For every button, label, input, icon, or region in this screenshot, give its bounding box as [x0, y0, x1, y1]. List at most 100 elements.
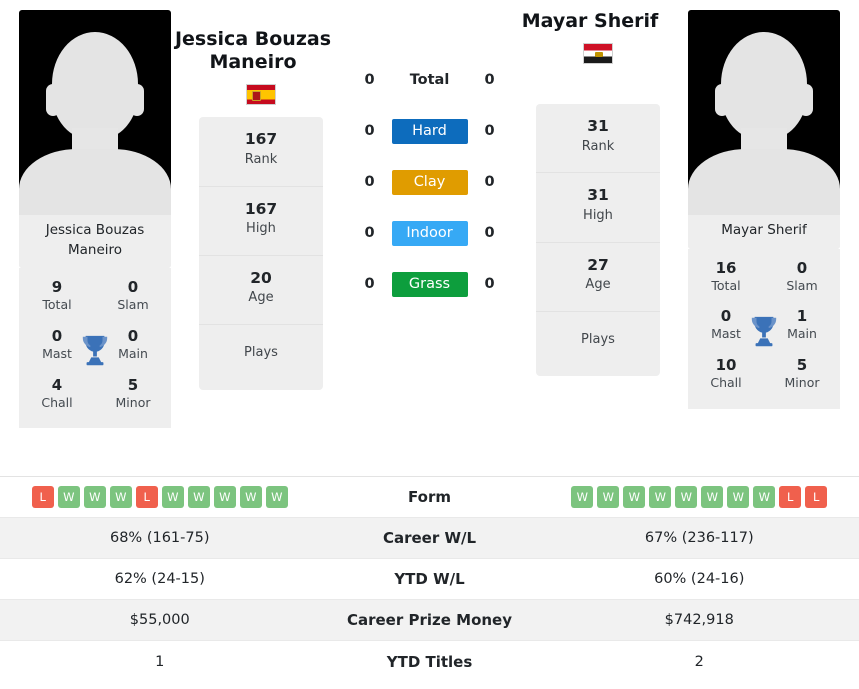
- right-titles-total: 16 Total: [688, 253, 764, 300]
- left-titles-total: 9 Total: [19, 272, 95, 319]
- right-ytd-wl: 60% (24-16): [654, 571, 745, 587]
- right-titles-chall: 10 Chall: [688, 350, 764, 397]
- right-stat-high: 31 High: [536, 173, 660, 243]
- left-player-avatar: [19, 10, 171, 215]
- surface-row-total: 0 Total 0: [335, 68, 525, 92]
- surface-titles-column: 0 Total 0 0 Hard 0 0 Clay 0 0 Indoor 0 0: [332, 10, 527, 323]
- form-badge-win: W: [597, 486, 620, 508]
- left-stat-rank-value: 167: [244, 130, 278, 149]
- left-stat-age: 20 Age: [199, 256, 323, 325]
- form-badge-win: W: [649, 486, 672, 508]
- row-label-form: Form: [408, 488, 451, 506]
- left-titles-chall-value: 4: [51, 375, 63, 394]
- left-player-photo-card[interactable]: Jessica Bouzas Maneiro: [19, 10, 171, 269]
- left-player-stat-box: 167 Rank 167 High 20 Age Plays: [199, 117, 323, 390]
- left-titles-total-value: 9: [51, 278, 63, 297]
- row-label-career-wl: Career W/L: [382, 529, 477, 547]
- surface-clay-badge: Clay: [391, 169, 468, 195]
- form-badge-win: W: [571, 486, 594, 508]
- form-badge-win: W: [109, 486, 132, 508]
- right-career-wl: 67% (236-117): [644, 530, 754, 546]
- right-stat-high-label: High: [583, 207, 613, 223]
- left-ytd-titles: 1: [155, 653, 165, 670]
- right-titles-slam: 0 Slam: [764, 253, 840, 300]
- form-badge-win: W: [83, 486, 106, 508]
- form-badge-win: W: [239, 486, 262, 508]
- form-badge-win: W: [675, 486, 698, 508]
- surface-row-grass: 0 Grass 0: [335, 271, 525, 297]
- right-stat-age: 27 Age: [536, 243, 660, 312]
- left-player-name: Jessica Bouzas Maneiro: [174, 28, 332, 74]
- surface-clay-left-count: 0: [364, 174, 375, 190]
- form-badge-loss: L: [779, 486, 802, 508]
- left-stat-rank: 167 Rank: [199, 117, 323, 187]
- surface-indoor-right-count: 0: [484, 225, 495, 241]
- right-player-stat-box: 31 Rank 31 High 27 Age Plays: [536, 104, 660, 377]
- form-badge-win: W: [265, 486, 288, 508]
- trophy-icon: [751, 316, 777, 346]
- surface-row-clay: 0 Clay 0: [335, 169, 525, 195]
- comparison-table: LWWWLWWWWW Form WWWWWWWWLL 68% (161-75) …: [0, 476, 859, 682]
- left-stat-rank-label: Rank: [244, 151, 278, 167]
- left-stat-high: 167 High: [199, 187, 323, 256]
- right-stat-high-value: 31: [587, 186, 609, 205]
- left-player-photo-caption: Jessica Bouzas Maneiro: [19, 215, 171, 269]
- surface-hard-left-count: 0: [364, 123, 375, 139]
- row-label-ytd-wl: YTD W/L: [394, 570, 465, 588]
- surface-indoor-left-count: 0: [364, 225, 375, 241]
- form-badge-loss: L: [31, 486, 54, 508]
- left-career-prize-money: $55,000: [129, 612, 190, 628]
- right-titles-slam-label: Slam: [786, 277, 818, 293]
- form-badge-loss: L: [135, 486, 158, 508]
- surface-hard-badge: Hard: [391, 118, 468, 144]
- right-player-avatar: [688, 10, 840, 215]
- form-badge-win: W: [213, 486, 236, 508]
- right-titles-total-value: 16: [715, 258, 737, 277]
- left-career-wl: 68% (161-75): [109, 530, 210, 546]
- avatar-body-icon: [688, 149, 840, 215]
- player-comparison-page: Jessica Bouzas Maneiro 9 Total 0 Slam 0 …: [0, 0, 859, 689]
- row-label-career-prize-money: Career Prize Money: [346, 611, 512, 629]
- surface-total-label: Total: [409, 71, 450, 88]
- left-form-cell: LWWWLWWWWW: [0, 477, 320, 517]
- right-career-prize-money: $742,918: [664, 612, 734, 628]
- right-titles-minor-label: Minor: [784, 375, 820, 391]
- right-titles-minor-value: 5: [796, 356, 808, 375]
- right-titles-chall-label: Chall: [710, 375, 742, 391]
- left-stat-age-label: Age: [248, 290, 274, 306]
- avatar-ear-right-icon: [799, 84, 813, 116]
- right-player-info-column: Mayar Sherif 31 Rank 31 High 27 Age Play…: [522, 10, 669, 377]
- row-label-ytd-titles: YTD Titles: [386, 652, 473, 671]
- avatar-ear-left-icon: [46, 84, 60, 116]
- left-form-strip: LWWWLWWWWW: [31, 486, 288, 508]
- left-stat-plays: Plays: [199, 325, 323, 390]
- form-badge-win: W: [187, 486, 210, 508]
- form-badge-win: W: [753, 486, 776, 508]
- surface-indoor-badge: Indoor: [391, 220, 468, 246]
- left-stat-high-value: 167: [244, 199, 278, 218]
- right-player-photo-card[interactable]: Mayar Sherif: [688, 10, 840, 249]
- right-stat-age-label: Age: [585, 276, 611, 292]
- surface-row-indoor: 0 Indoor 0: [335, 220, 525, 246]
- surface-total-left-count: 0: [364, 72, 375, 88]
- avatar-head-icon: [52, 32, 138, 140]
- right-player-photo-caption: Mayar Sherif: [688, 215, 840, 249]
- right-titles-minor: 5 Minor: [764, 350, 840, 397]
- right-player-name: Mayar Sherif: [521, 10, 659, 32]
- form-badge-win: W: [727, 486, 750, 508]
- left-player-titles-card: 9 Total 0 Slam 0 Mast 0 Main 4 Chall 5 M…: [19, 268, 171, 429]
- surface-clay-right-count: 0: [484, 174, 495, 190]
- form-badge-win: W: [701, 486, 724, 508]
- form-badge-win: W: [623, 486, 646, 508]
- right-stat-plays: Plays: [536, 312, 660, 377]
- flag-spain-icon: [246, 84, 276, 106]
- left-player-info-column: Jessica Bouzas Maneiro 167 Rank 167 High…: [175, 10, 332, 390]
- right-titles-chall-value: 10: [715, 356, 737, 375]
- left-stat-plays-label: Plays: [244, 344, 278, 360]
- form-badge-loss: L: [805, 486, 828, 508]
- surface-grass-badge: Grass: [391, 271, 468, 297]
- surface-total-right-count: 0: [484, 72, 495, 88]
- right-player-titles-card: 16 Total 0 Slam 0 Mast 1 Main 10 Chall 5…: [688, 248, 840, 409]
- table-row-form: LWWWLWWWWW Form WWWWWWWWLL: [0, 477, 859, 518]
- left-titles-chall-label: Chall: [41, 394, 73, 410]
